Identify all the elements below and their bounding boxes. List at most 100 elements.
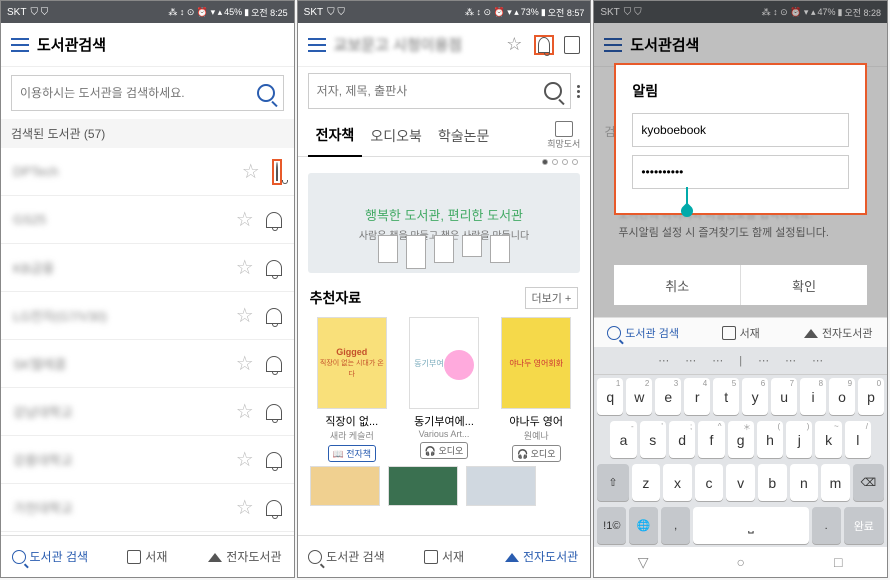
list-item[interactable]: 강남대학교☆ — [1, 388, 294, 436]
list-item[interactable]: LG전자(G7/V30)☆ — [1, 292, 294, 340]
key-b[interactable]: b — [758, 464, 787, 501]
bell-icon[interactable] — [266, 212, 282, 228]
banner[interactable]: 행복한 도서관, 편리한 도서관 사람은 책을 만들고 책은 사람을 만듭니다 — [308, 173, 581, 273]
book-card[interactable]: Gigged직장이 없는 시대가 온다 직장이 없... 새라 케슬러 📖 전자… — [310, 317, 394, 462]
cancel-button[interactable]: 취소 — [614, 265, 740, 305]
key-z[interactable]: z — [632, 464, 661, 501]
backspace-key[interactable]: ⌫ — [853, 464, 884, 501]
star-icon[interactable]: ☆ — [236, 495, 254, 520]
wish-button[interactable]: 희망도서 — [547, 121, 580, 150]
star-icon[interactable]: ☆ — [236, 207, 254, 232]
bell-icon[interactable] — [266, 500, 282, 516]
list-item[interactable]: GS25☆ — [1, 196, 294, 244]
key-x[interactable]: x — [663, 464, 692, 501]
tab-ebook[interactable]: 전자책 — [308, 115, 363, 157]
list-item[interactable]: SK텔레콤☆ — [1, 340, 294, 388]
symbols-key[interactable]: !1© — [597, 507, 626, 544]
nav-elib[interactable]: 전자도서관 — [493, 536, 591, 577]
key-t[interactable]: t5 — [713, 378, 739, 415]
nav-search[interactable]: 도서관 검색 — [594, 318, 692, 347]
key-q[interactable]: q1 — [597, 378, 623, 415]
key-h[interactable]: h( — [757, 421, 783, 458]
space-key[interactable]: ⎵ — [693, 507, 809, 544]
nav-shelf[interactable]: 서재 — [99, 536, 197, 577]
bell-icon[interactable] — [266, 356, 282, 372]
bell-icon[interactable] — [266, 404, 282, 420]
password-input[interactable] — [632, 155, 849, 189]
search-icon[interactable] — [544, 82, 562, 100]
key-r[interactable]: r4 — [684, 378, 710, 415]
bell-icon[interactable] — [276, 162, 278, 181]
star-icon[interactable]: ☆ — [236, 303, 254, 328]
key-c[interactable]: c — [695, 464, 724, 501]
enter-key[interactable]: 완료 — [844, 507, 884, 544]
key-n[interactable]: n — [790, 464, 819, 501]
key-i[interactable]: i8 — [800, 378, 826, 415]
nav-search[interactable]: 도서관 검색 — [298, 536, 396, 577]
nav-shelf[interactable]: 서재 — [692, 318, 790, 347]
recents-key[interactable]: □ — [789, 547, 887, 577]
list-item[interactable]: DPTech ☆ — [1, 148, 294, 196]
star-icon[interactable]: ☆ — [236, 351, 254, 376]
more-icon[interactable] — [577, 85, 580, 98]
star-icon[interactable]: ☆ — [236, 447, 254, 472]
key-k[interactable]: k~ — [815, 421, 841, 458]
star-icon[interactable]: ☆ — [504, 35, 524, 55]
key-j[interactable]: j) — [786, 421, 812, 458]
book-cover[interactable] — [388, 466, 458, 506]
back-key[interactable]: ▽ — [594, 547, 692, 577]
nav-shelf[interactable]: 서재 — [395, 536, 493, 577]
username-input[interactable] — [632, 113, 849, 147]
book-icon[interactable] — [564, 36, 580, 54]
ok-button[interactable]: 확인 — [740, 265, 867, 305]
kbd-suggestion-bar[interactable]: ⋯⋯⋯|⋯⋯⋯ — [594, 347, 887, 375]
book-card[interactable]: 야나두 영어회화 야나두 영어 원예나 🎧 오디오 — [494, 317, 578, 462]
bell-icon[interactable] — [538, 37, 550, 53]
tab-audio[interactable]: 오디오북 — [362, 115, 430, 157]
key-s[interactable]: s' — [640, 421, 666, 458]
home-key[interactable]: ○ — [692, 547, 790, 577]
key-o[interactable]: o9 — [829, 378, 855, 415]
key-w[interactable]: w2 — [626, 378, 652, 415]
tab-paper[interactable]: 학술논문 — [430, 115, 498, 157]
comma-key[interactable]: , — [661, 507, 690, 544]
list-item[interactable]: 강릉대학교☆ — [1, 436, 294, 484]
nav-elib[interactable]: 전자도서관 — [196, 536, 294, 577]
key-v[interactable]: v — [726, 464, 755, 501]
period-key[interactable]: . — [812, 507, 841, 544]
book-cover[interactable] — [310, 466, 380, 506]
key-u[interactable]: u7 — [771, 378, 797, 415]
key-d[interactable]: d; — [669, 421, 695, 458]
menu-icon[interactable] — [11, 38, 29, 52]
key-g[interactable]: g＊ — [728, 421, 754, 458]
nav-elib[interactable]: 전자도서관 — [789, 318, 887, 347]
menu-icon[interactable] — [308, 38, 326, 52]
search-icon[interactable] — [257, 84, 275, 102]
key-y[interactable]: y6 — [742, 378, 768, 415]
bell-icon[interactable] — [266, 308, 282, 324]
key-l[interactable]: l/ — [845, 421, 871, 458]
list-item[interactable]: KB금융☆ — [1, 244, 294, 292]
more-button[interactable]: 더보기 + — [525, 287, 579, 309]
search-input[interactable] — [317, 84, 545, 98]
key-m[interactable]: m — [821, 464, 850, 501]
search-input[interactable] — [20, 86, 257, 100]
star-icon[interactable]: ☆ — [242, 159, 260, 184]
screen-library-search: SKT ⛉ ⛉ ⁂ ↕ ⊙ ⏰ ▾ ▴ 45% ▮ 오전 8:25 도서관검색 … — [0, 0, 295, 578]
book-cover[interactable] — [466, 466, 536, 506]
key-a[interactable]: a- — [610, 421, 636, 458]
lang-key[interactable]: 🌐 — [629, 507, 658, 544]
key-p[interactable]: p0 — [858, 378, 884, 415]
search-box[interactable] — [11, 75, 284, 111]
list-item[interactable]: 가천대학교☆ — [1, 484, 294, 532]
bell-icon[interactable] — [266, 260, 282, 276]
book-card[interactable]: 동기부여 동기부여에... Various Art... 🎧 오디오 — [402, 317, 486, 462]
key-f[interactable]: f^ — [698, 421, 724, 458]
star-icon[interactable]: ☆ — [236, 399, 254, 424]
star-icon[interactable]: ☆ — [236, 255, 254, 280]
search-box[interactable] — [308, 73, 572, 109]
shift-key[interactable]: ⇧ — [597, 464, 628, 501]
nav-search[interactable]: 도서관 검색 — [1, 536, 99, 577]
key-e[interactable]: e3 — [655, 378, 681, 415]
bell-icon[interactable] — [266, 452, 282, 468]
